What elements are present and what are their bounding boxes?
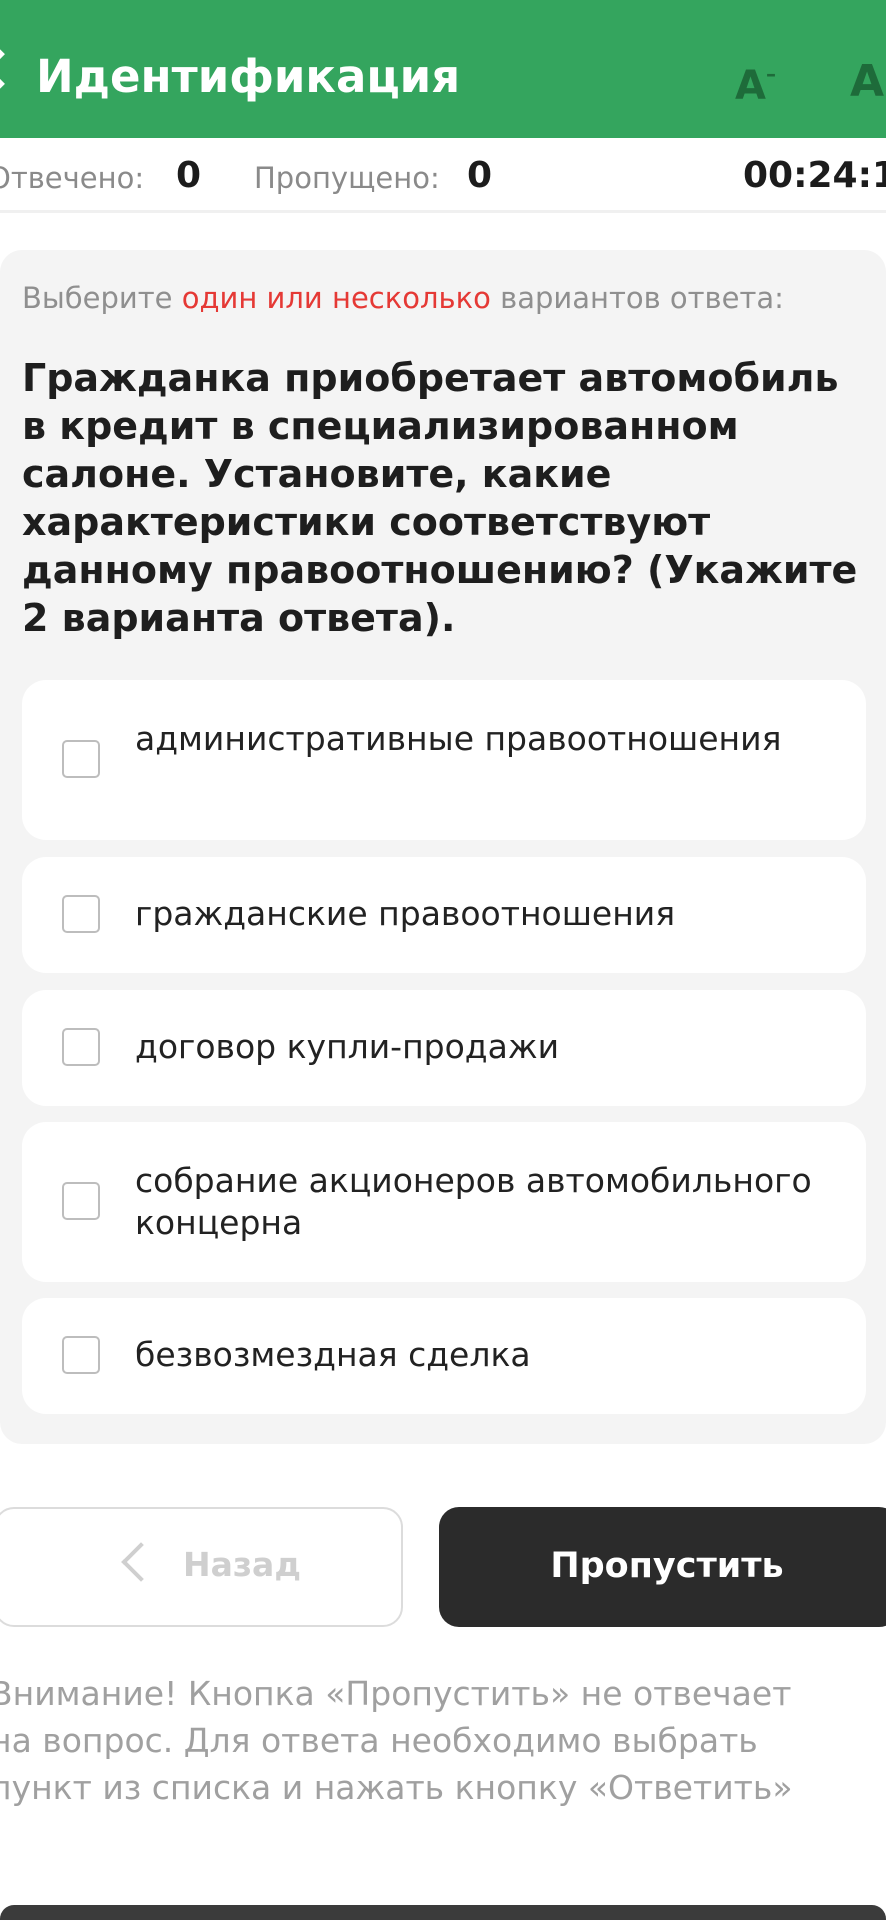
- answer-instruction: Выберите один или несколько вариантов от…: [22, 281, 784, 315]
- answer-option-2[interactable]: гражданские правоотношения: [22, 857, 866, 973]
- answer-option-4[interactable]: собрание акционеров автомобильного конце…: [22, 1122, 866, 1282]
- answer-option-1[interactable]: административные правоотношения: [22, 680, 866, 840]
- skipped-label: Пропущено:: [254, 161, 440, 195]
- bottom-panel-edge: [0, 1905, 886, 1920]
- question-text: Гражданка приобретает автомобиль в креди…: [22, 356, 858, 640]
- page-title: Идентификация: [36, 50, 461, 103]
- back-button-label: Назад: [183, 1545, 301, 1584]
- warning-line: пункт из списка и нажать кнопку «Ответит…: [0, 1768, 793, 1807]
- font-increase-button[interactable]: A+: [850, 56, 886, 107]
- option-checkbox[interactable]: [62, 1336, 100, 1374]
- skip-warning: Внимание! Кнопка «Пропустить» не отвечае…: [0, 1670, 880, 1811]
- warning-line: Внимание! Кнопка «Пропустить» не отвечае…: [0, 1674, 792, 1713]
- option-label: договор купли-продажи: [135, 1027, 560, 1066]
- option-checkbox[interactable]: [62, 740, 100, 778]
- skipped-count: 0: [467, 155, 493, 196]
- answered-label: Отвечено:: [0, 161, 145, 195]
- font-decrease-button[interactable]: A–: [735, 62, 776, 109]
- skip-button-label: Пропустить: [550, 1546, 784, 1586]
- option-label: гражданские правоотношения: [135, 894, 676, 933]
- answer-option-5[interactable]: безвозмездная сделка: [22, 1298, 866, 1414]
- option-checkbox[interactable]: [62, 1182, 100, 1220]
- option-checkbox[interactable]: [62, 1028, 100, 1066]
- divider: [0, 210, 886, 213]
- option-label: безвозмездная сделка: [135, 1335, 531, 1374]
- timer: 00:24:17: [743, 155, 886, 196]
- option-label: собрание акционеров автомобильного конце…: [135, 1161, 812, 1242]
- option-label: административные правоотношения: [135, 719, 782, 758]
- warning-line: на вопрос. Для ответа необходимо выбрать: [0, 1721, 758, 1760]
- answered-count: 0: [176, 155, 202, 196]
- answer-option-3[interactable]: договор купли-продажи: [22, 990, 866, 1106]
- quiz-screen: Идентификация A– A+ Отвечено: 0 Пропущен…: [0, 0, 886, 1920]
- option-checkbox[interactable]: [62, 895, 100, 933]
